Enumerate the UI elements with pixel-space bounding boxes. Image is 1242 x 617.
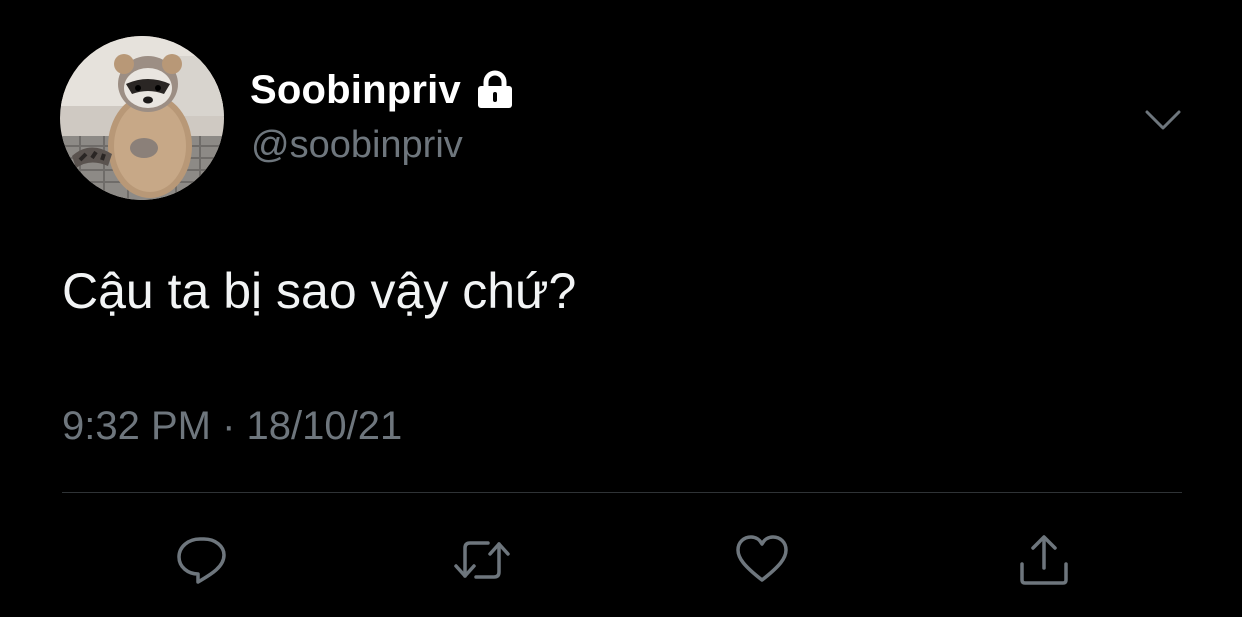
lock-icon: [475, 70, 515, 110]
user-handle[interactable]: @soobinpriv: [251, 124, 463, 167]
more-options-button[interactable]: [1140, 100, 1186, 140]
reply-button[interactable]: [172, 532, 232, 588]
display-name-row[interactable]: Soobinpriv: [250, 68, 515, 112]
tweet-timestamp[interactable]: 9:32 PM · 18/10/21: [62, 404, 402, 449]
like-button[interactable]: [732, 532, 792, 588]
share-button[interactable]: [1014, 532, 1074, 588]
retweet-button[interactable]: [452, 532, 512, 588]
retweet-icon: [454, 541, 510, 579]
heart-icon: [736, 535, 788, 582]
share-icon: [1020, 535, 1068, 585]
divider: [62, 492, 1182, 493]
chevron-down-icon: [1145, 110, 1181, 130]
display-name[interactable]: Soobinpriv: [250, 68, 461, 113]
raccoon-avatar-image: [60, 36, 224, 200]
avatar[interactable]: [60, 36, 224, 200]
reply-icon: [177, 537, 226, 584]
tweet-text: Cậu ta bị sao vậy chứ?: [62, 263, 577, 319]
